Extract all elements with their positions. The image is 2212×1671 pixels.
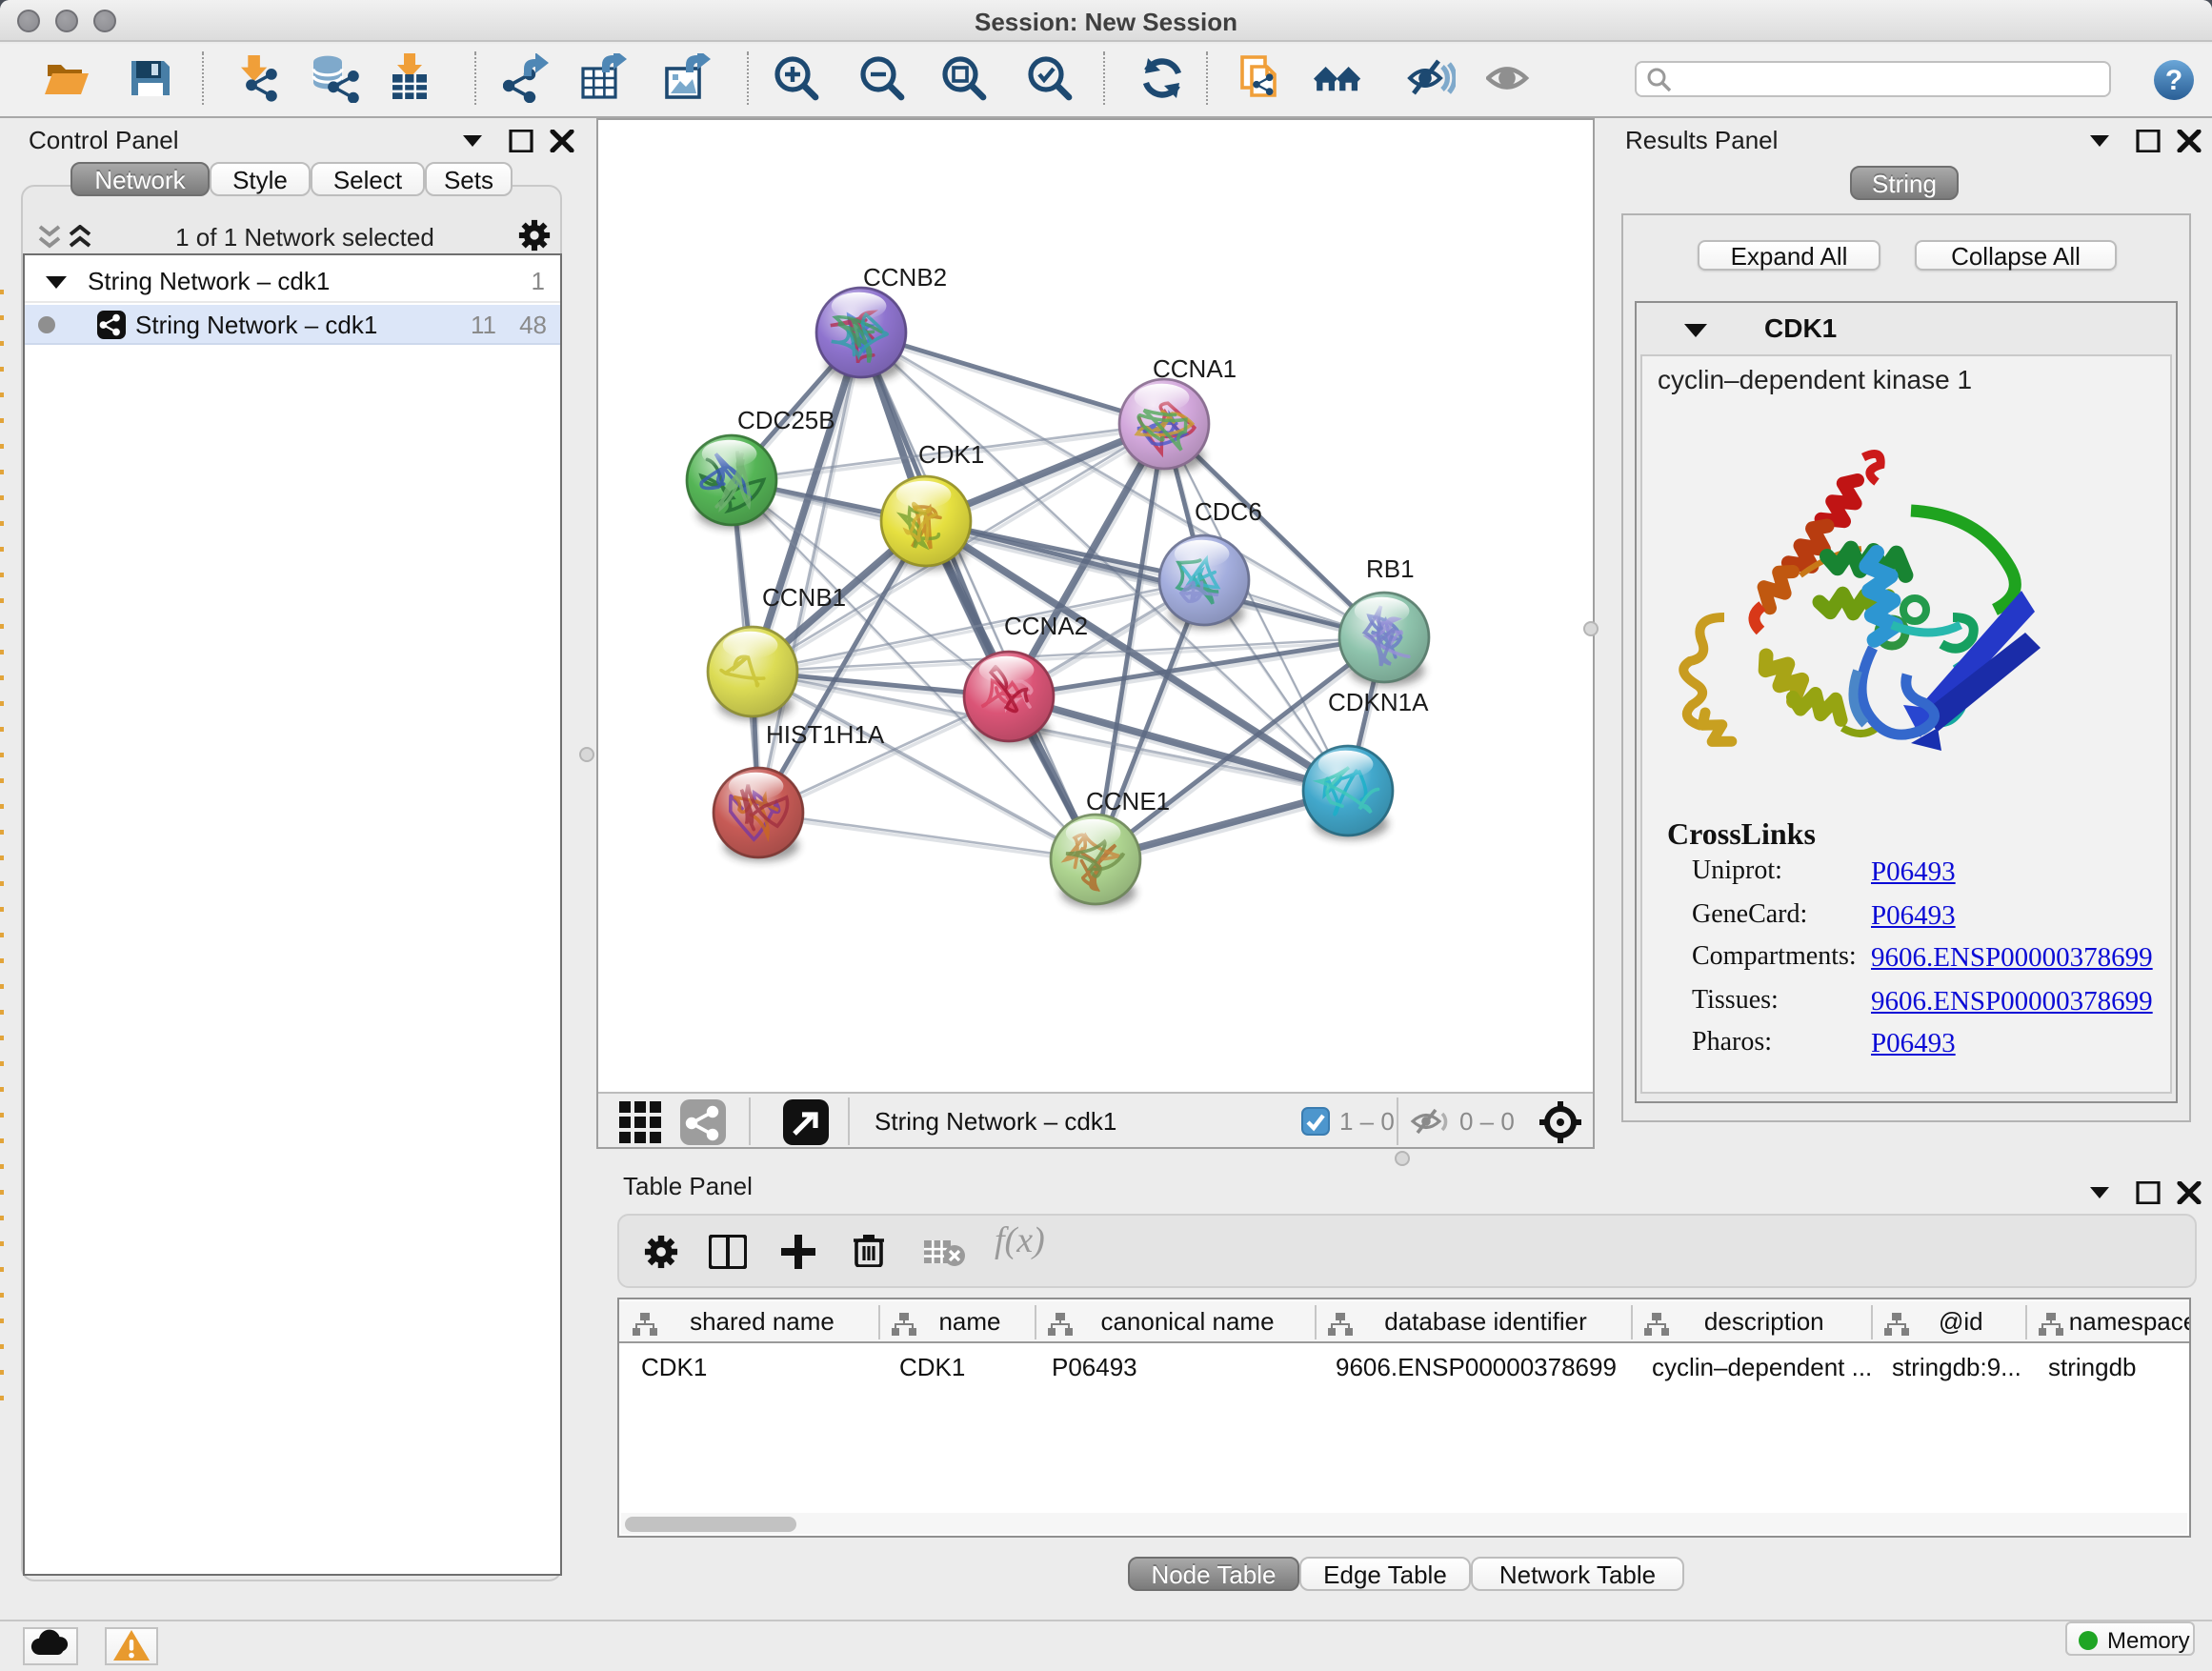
svg-text:CCNB1: CCNB1 xyxy=(762,583,846,612)
svg-text:CDKN1A: CDKN1A xyxy=(1328,688,1429,716)
svg-text:CDK1: CDK1 xyxy=(918,440,984,469)
svg-text:CDC6: CDC6 xyxy=(1195,497,1262,526)
svg-text:CCNE1: CCNE1 xyxy=(1086,787,1170,815)
svg-text:RB1: RB1 xyxy=(1366,554,1415,583)
svg-text:CCNB2: CCNB2 xyxy=(863,263,947,292)
svg-text:HIST1H1A: HIST1H1A xyxy=(766,720,885,749)
svg-text:CDC25B: CDC25B xyxy=(737,406,835,434)
svg-text:CCNA1: CCNA1 xyxy=(1153,354,1237,383)
svg-text:?: ? xyxy=(2165,65,2182,96)
svg-text:CCNA2: CCNA2 xyxy=(1004,612,1088,640)
